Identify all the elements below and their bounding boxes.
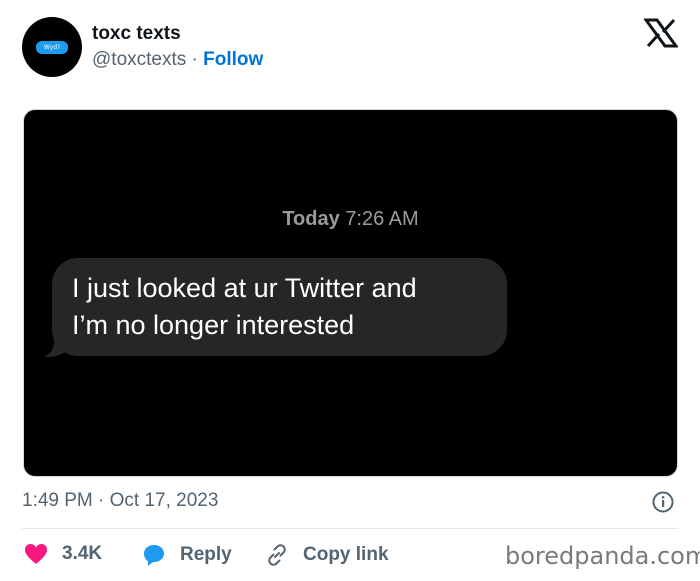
copy-link-button[interactable]: Copy link <box>265 543 389 567</box>
separator: · <box>191 49 198 70</box>
reply-button[interactable]: Reply <box>142 543 232 567</box>
media-image[interactable]: Today 7:26 AM I just looked at ur Twitte… <box>23 109 678 477</box>
x-logo-icon[interactable] <box>644 18 678 48</box>
like-count: 3.4K <box>62 543 103 564</box>
copy-link-label: Copy link <box>303 544 389 565</box>
handle-row: @toxctexts · Follow <box>92 49 263 71</box>
handle[interactable]: @toxctexts <box>92 49 186 70</box>
message-line-1: I just looked at ur Twitter and <box>72 273 417 303</box>
reply-label: Reply <box>180 544 232 565</box>
link-icon <box>268 544 286 566</box>
tweet-timestamp[interactable]: 1:49 PM · Oct 17, 2023 <box>22 490 218 512</box>
divider <box>22 528 678 529</box>
message-line-2: I’m no longer interested <box>72 310 355 340</box>
avatar[interactable]: Wyd? <box>22 17 82 77</box>
avatar-text: Wyd? <box>35 40 69 54</box>
speech-bubble-icon <box>144 545 164 566</box>
watermark: boredpanda.com <box>505 542 700 570</box>
message-time: 7:26 AM <box>345 208 419 230</box>
message-bubble: I just looked at ur Twitter and I’m no l… <box>52 258 507 356</box>
display-name[interactable]: toxc texts <box>92 23 181 45</box>
like-button[interactable]: 3.4K <box>24 543 102 565</box>
message-timestamp: Today 7:26 AM <box>24 208 677 231</box>
info-icon[interactable] <box>652 491 674 513</box>
follow-link[interactable]: Follow <box>203 49 263 70</box>
heart-icon <box>25 544 47 564</box>
message-day: Today <box>282 208 340 230</box>
